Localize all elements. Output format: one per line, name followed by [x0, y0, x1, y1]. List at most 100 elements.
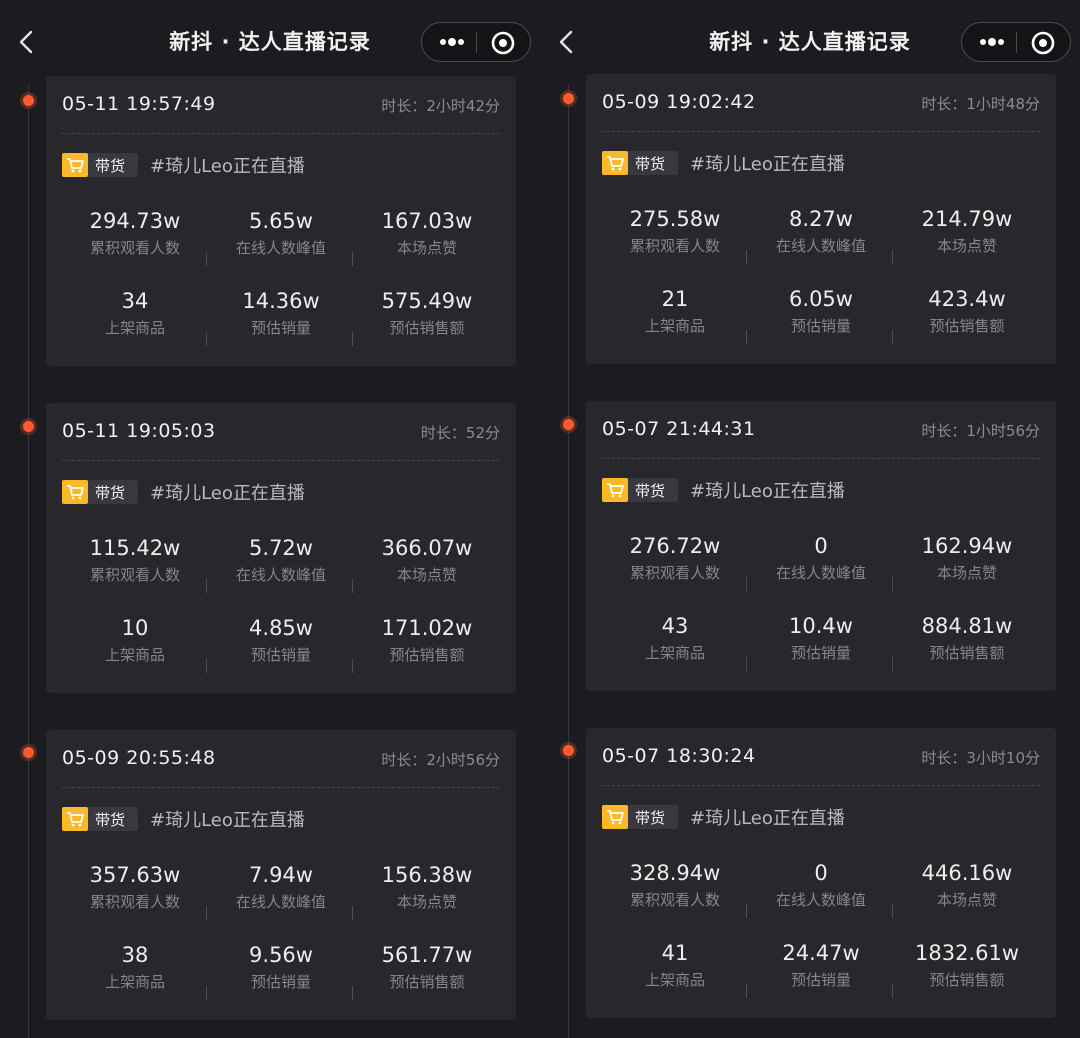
stat-products: 34 上架商品 [62, 288, 208, 339]
stat-divider [206, 659, 207, 673]
live-room-name: #琦儿Leo正在直播 [690, 808, 845, 829]
stat-divider [746, 250, 747, 264]
live-record-card[interactable]: 05-11 19:57:49 时长：2小时42分 带货 #琦儿Leo正在直播 2… [46, 76, 516, 366]
live-record-card[interactable]: 05-09 19:02:42 时长：1小时48分 带货 #琦儿Leo正在直播 2… [586, 74, 1056, 364]
stat-likes: 366.07w 本场点赞 [354, 535, 500, 586]
stat-value: 575.49w [381, 289, 473, 313]
stat-label: 本场点赞 [396, 239, 457, 257]
stat-likes: 156.38w 本场点赞 [354, 862, 500, 913]
live-room-name: #琦儿Leo正在直播 [150, 156, 305, 177]
stat-value: 294.73w [89, 209, 181, 233]
stat-revenue: 423.4w 预估销售额 [894, 286, 1040, 337]
tag-label: 带货 [635, 154, 666, 173]
stat-divider [892, 250, 893, 264]
stat-divider [746, 904, 747, 918]
stat-label: 预估销售额 [929, 971, 1005, 989]
stat-value: 6.05w [789, 287, 853, 311]
stats-row: 294.73w 累积观看人数 5.65w 在线人数峰值 167.03w 本场点赞 [46, 208, 516, 288]
stat-divider [746, 330, 747, 344]
record-duration: 时长：3小时10分 [921, 749, 1040, 767]
live-record-card[interactable]: 05-09 20:55:48 时长：2小时56分 带货 #琦儿Leo正在直播 3… [46, 730, 516, 1020]
live-record-card[interactable]: 05-07 18:30:24 时长：3小时10分 带货 #琦儿Leo正在直播 3… [586, 728, 1056, 1018]
stat-label: 预估销售额 [929, 644, 1005, 662]
stat-label: 本场点赞 [936, 564, 997, 582]
stat-divider [746, 577, 747, 591]
stat-label: 累积观看人数 [629, 237, 720, 255]
close-mini-program-button[interactable] [1028, 28, 1058, 58]
stat-label: 本场点赞 [396, 893, 457, 911]
more-dots-icon [440, 38, 464, 46]
stat-label: 在线人数峰值 [235, 566, 326, 584]
stat-likes: 446.16w 本场点赞 [894, 860, 1040, 911]
screen-right: 新抖 · 达人直播记录 05-09 19:02:42 时长：1小时48分 带货 … [540, 0, 1080, 1038]
stat-divider [746, 657, 747, 671]
timeline-line [28, 84, 29, 1038]
stat-label: 累积观看人数 [629, 564, 720, 582]
timeline-dot [563, 419, 574, 430]
stat-value: 9.56w [249, 943, 313, 967]
stat-value: 156.38w [381, 863, 473, 887]
stat-label: 预估销量 [250, 646, 311, 664]
record-start-time: 05-11 19:57:49 [62, 93, 216, 115]
stat-value: 0 [814, 861, 828, 885]
more-dots-icon [980, 38, 1004, 46]
sales-tag: 带货 [62, 480, 138, 504]
stats-grid: 294.73w 累积观看人数 5.65w 在线人数峰值 167.03w 本场点赞 34… [46, 208, 516, 368]
more-button[interactable] [972, 27, 1012, 57]
stat-value: 884.81w [921, 614, 1013, 638]
stat-value: 24.47w [782, 941, 860, 965]
stat-sales: 9.56w 预估销量 [208, 942, 354, 993]
tag-label: 带货 [95, 483, 126, 502]
stats-row: 357.63w 累积观看人数 7.94w 在线人数峰值 156.38w 本场点赞 [46, 862, 516, 942]
stat-likes: 162.94w 本场点赞 [894, 533, 1040, 584]
stat-label: 上架商品 [644, 644, 705, 662]
record-start-time: 05-11 19:05:03 [62, 420, 216, 442]
live-record-card[interactable]: 05-07 21:44:31 时长：1小时56分 带货 #琦儿Leo正在直播 2… [586, 401, 1056, 691]
live-room-name: #琦儿Leo正在直播 [690, 154, 845, 175]
live-room-name: #琦儿Leo正在直播 [150, 483, 305, 504]
live-record-card[interactable]: 05-11 19:05:03 时长：52分 带货 #琦儿Leo正在直播 115.… [46, 403, 516, 693]
card-divider [62, 787, 500, 788]
card-divider [602, 458, 1040, 459]
stat-divider [206, 332, 207, 346]
stats-row: 10 上架商品 4.85w 预估销量 171.02w 预估销售额 [46, 615, 516, 695]
stat-divider [892, 657, 893, 671]
stats-grid: 328.94w 累积观看人数 0 在线人数峰值 446.16w 本场点赞 41 上架商品… [586, 860, 1056, 1020]
stat-peak: 7.94w 在线人数峰值 [208, 862, 354, 913]
stats-grid: 357.63w 累积观看人数 7.94w 在线人数峰值 156.38w 本场点赞 38… [46, 862, 516, 1022]
tag-label: 带货 [95, 156, 126, 175]
stat-value: 357.63w [89, 863, 181, 887]
stat-label: 累积观看人数 [89, 893, 180, 911]
stat-value: 561.77w [381, 943, 473, 967]
record-duration: 时长：1小时56分 [921, 422, 1040, 440]
stat-products: 38 上架商品 [62, 942, 208, 993]
stat-value: 1832.61w [914, 941, 1019, 965]
stat-label: 在线人数峰值 [775, 891, 866, 909]
stat-label: 累积观看人数 [629, 891, 720, 909]
stat-value: 8.27w [789, 207, 853, 231]
stat-viewers: 276.72w 累积观看人数 [602, 533, 748, 584]
stat-label: 本场点赞 [936, 891, 997, 909]
card-divider [62, 460, 500, 461]
close-mini-program-button[interactable] [488, 28, 518, 58]
stat-divider [746, 984, 747, 998]
stat-peak: 0 在线人数峰值 [748, 860, 894, 911]
stat-likes: 167.03w 本场点赞 [354, 208, 500, 259]
record-duration: 时长：2小时56分 [381, 751, 500, 769]
tag-label: 带货 [635, 481, 666, 500]
shopping-cart-icon [62, 807, 88, 831]
stat-divider [206, 579, 207, 593]
stat-value: 328.94w [629, 861, 721, 885]
stats-row: 43 上架商品 10.4w 预估销量 884.81w 预估销售额 [586, 613, 1056, 693]
stat-value: 14.36w [242, 289, 320, 313]
stat-label: 在线人数峰值 [235, 893, 326, 911]
screens-container: 新抖 · 达人直播记录 05-11 19:57:49 时长：2小时42分 带货 … [0, 0, 1080, 1038]
stat-label: 累积观看人数 [89, 239, 180, 257]
more-button[interactable] [432, 27, 472, 57]
timeline-dot [23, 747, 34, 758]
stats-grid: 276.72w 累积观看人数 0 在线人数峰值 162.94w 本场点赞 43 上架商品… [586, 533, 1056, 693]
stat-label: 上架商品 [104, 973, 165, 991]
stat-value: 214.79w [921, 207, 1013, 231]
sales-tag: 带货 [62, 807, 138, 831]
shopping-cart-icon [602, 151, 628, 175]
